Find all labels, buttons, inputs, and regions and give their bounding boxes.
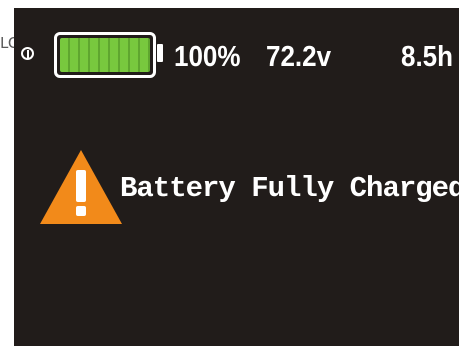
- battery-terminal: [157, 44, 163, 62]
- power-icon: [21, 47, 34, 60]
- battery-level-fill: [60, 38, 150, 72]
- battery-percent: 100%: [174, 39, 241, 73]
- warning-exclamation-bar: [76, 170, 86, 202]
- battery-voltage: 72.2v: [266, 39, 332, 73]
- remaining-time: 8.5h: [401, 39, 454, 73]
- warning-icon: [40, 150, 122, 224]
- warning-exclamation-dot: [76, 206, 86, 216]
- battery-icon: [54, 32, 156, 78]
- status-message: Battery Fully Charged: [120, 172, 459, 205]
